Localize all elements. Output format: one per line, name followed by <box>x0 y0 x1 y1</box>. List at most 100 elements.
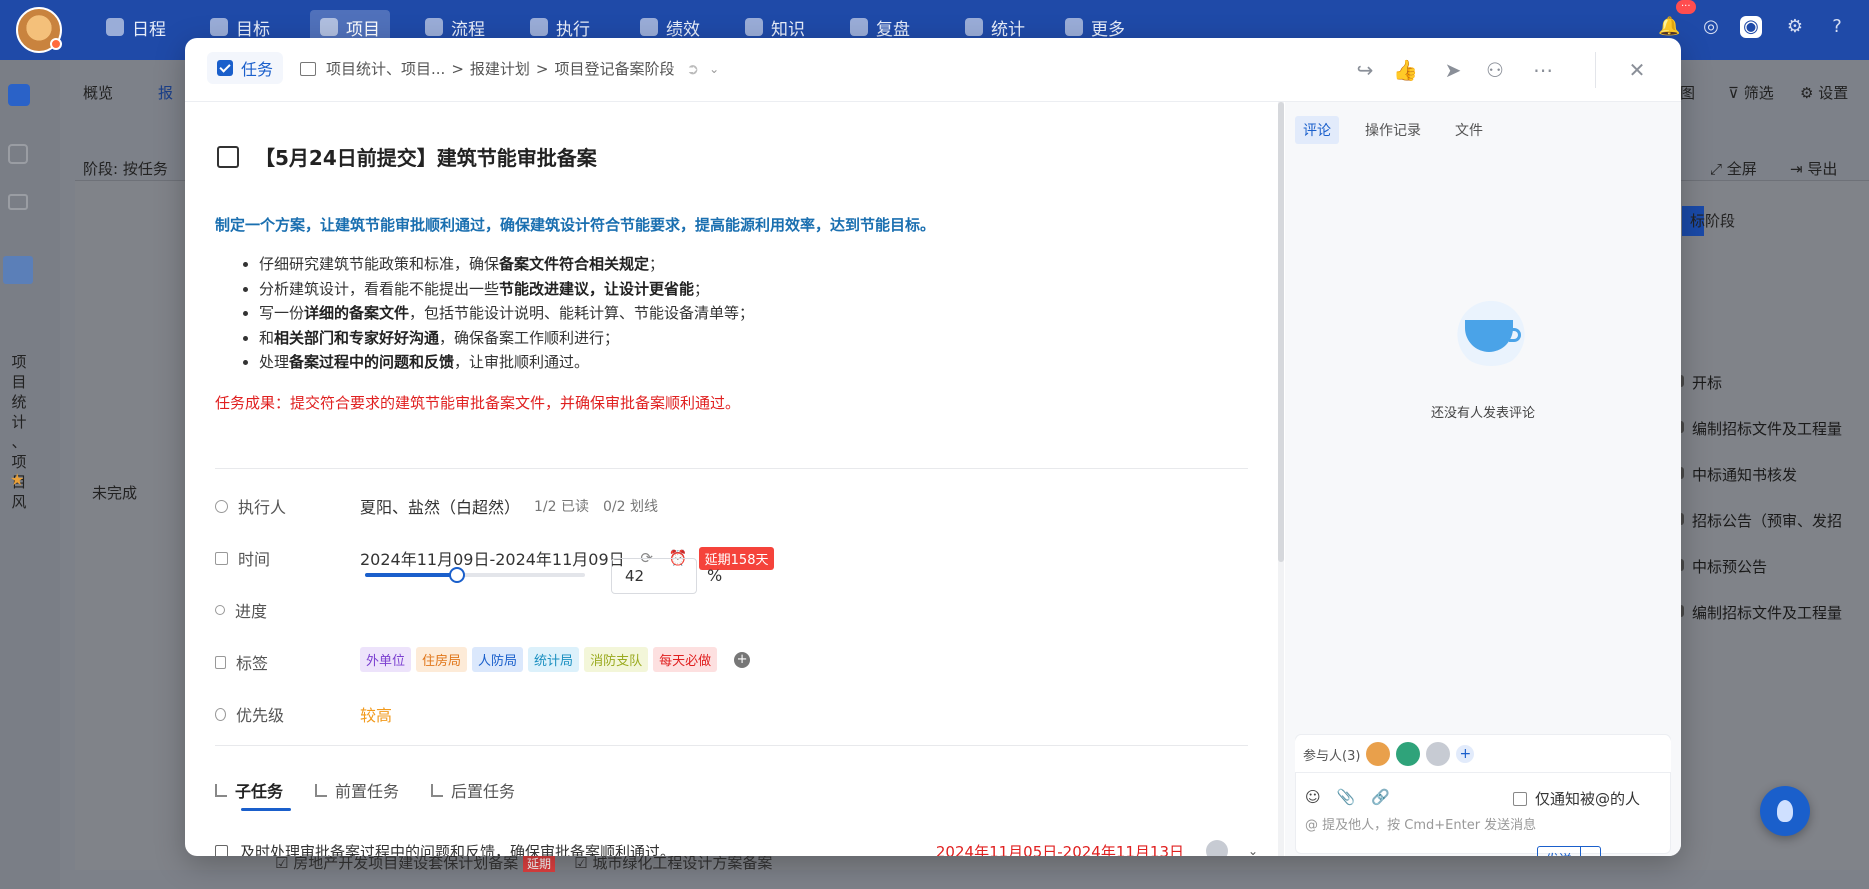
bg-status-incomplete: 未完成 <box>92 484 138 502</box>
bg-tab-report[interactable]: 报 <box>158 82 173 103</box>
scrollbar[interactable] <box>1278 102 1284 856</box>
close-icon[interactable]: ✕ <box>1625 58 1649 82</box>
bg-tab-overview[interactable]: 概览 <box>83 82 113 103</box>
nav-item-label: 项目 <box>346 19 380 40</box>
emoji-icon[interactable]: ☺ <box>1305 788 1321 806</box>
add-tag-icon[interactable]: + <box>734 651 751 668</box>
help-icon[interactable]: ? <box>1826 16 1848 38</box>
progress-slider[interactable] <box>365 567 585 583</box>
tag[interactable]: 统计局 <box>528 647 580 672</box>
chevron-down-icon[interactable]: ⌄ <box>709 62 719 76</box>
avatar[interactable] <box>1206 840 1228 856</box>
nav-item-schedule[interactable]: 日程 <box>96 10 176 44</box>
send-button[interactable]: 发送⌄ <box>1537 846 1602 856</box>
tag[interactable]: 消防支队 <box>584 647 649 672</box>
breadcrumb-item-project[interactable]: 项目统计、项目... <box>326 58 445 79</box>
read-count[interactable]: 1/2 已读 <box>534 496 589 516</box>
title-row: 【5月24日前提交】建筑节能审批备案 <box>217 142 597 171</box>
chevron-down-icon[interactable]: ⌄ <box>1580 847 1600 856</box>
tab-files[interactable]: 文件 <box>1447 116 1491 144</box>
divider <box>215 745 1248 746</box>
tag[interactable]: 人防局 <box>472 647 524 672</box>
statistics-icon <box>965 18 983 36</box>
comment-input[interactable]: @ 提及他人，按 Cmd+Enter 发送消息 <box>1305 814 1536 833</box>
nav-item-label: 统计 <box>991 19 1025 40</box>
tab-comments[interactable]: 评论 <box>1295 116 1339 144</box>
modal-header: 任务 项目统计、项目... > 报建计划 > 项目登记备案阶段 ➲ ⌄ ↪ 👍 … <box>185 38 1681 102</box>
project-thumbnail[interactable] <box>3 256 33 284</box>
nav-item-label: 流程 <box>451 19 485 40</box>
subtask-title[interactable]: 及时处理审批备案过程中的问题和反馈，确保审批备案顺利通过。 <box>240 841 924 857</box>
review-icon <box>850 18 868 36</box>
divider <box>215 468 1248 469</box>
bg-stage-item[interactable]: 编制招标文件及工程量 <box>1671 602 1842 623</box>
bg-settings[interactable]: ⚙ 设置 <box>1800 82 1848 103</box>
composer-tools: ☺ 📎 🔗 <box>1305 788 1390 806</box>
notify-checkbox[interactable] <box>1513 791 1527 806</box>
task-detail-modal: 任务 项目统计、项目... > 报建计划 > 项目登记备案阶段 ➲ ⌄ ↪ 👍 … <box>185 38 1681 856</box>
avatar[interactable] <box>1426 742 1451 766</box>
bg-filter[interactable]: ⊽ 筛选 <box>1728 82 1774 103</box>
bg-stage-item[interactable]: 中标通知书核发 <box>1671 464 1797 485</box>
star-icon[interactable]: ★ <box>10 470 24 489</box>
bg-stage-filter[interactable]: 阶段: 按任务 <box>83 158 168 179</box>
assignee-names[interactable]: 夏阳、盐然（白超然） <box>360 494 520 518</box>
thumbs-up-icon[interactable]: 👍 <box>1393 58 1418 82</box>
search-icon[interactable]: ◎ <box>1700 16 1722 38</box>
header-separator <box>1595 52 1596 88</box>
app-icon[interactable]: ◉ <box>1740 16 1762 38</box>
folder-icon[interactable] <box>8 194 28 210</box>
user-assign-icon[interactable]: ⚇ <box>1483 58 1507 82</box>
add-participant-button[interactable]: + <box>1456 745 1475 763</box>
bg-stage-item[interactable]: 编制招标文件及工程量 <box>1671 418 1842 439</box>
avatar[interactable] <box>1366 742 1391 766</box>
complete-checkbox[interactable] <box>217 145 239 168</box>
link-icon[interactable]: 🔗 <box>1371 788 1390 806</box>
subtask-date[interactable]: 2024年11月05日-2024年11月13日 <box>924 841 1184 857</box>
bg-stage-item[interactable]: 开标 <box>1671 372 1722 393</box>
send-icon[interactable]: ➤ <box>1441 58 1465 82</box>
bg-fullscreen[interactable]: ⤢ 全屏 <box>1710 158 1757 179</box>
task-type-tag[interactable]: 任务 <box>207 52 284 84</box>
chevron-down-icon[interactable]: ⌄ <box>1248 845 1260 856</box>
avatar[interactable] <box>1396 742 1421 766</box>
more-icon[interactable]: ⋯ <box>1531 58 1555 82</box>
notify-mentioned-only[interactable]: 仅通知被@的人 <box>1513 788 1640 809</box>
bell-icon[interactable]: 🔔 <box>1658 16 1680 38</box>
strike-count[interactable]: 0/2 划线 <box>603 496 658 516</box>
breadcrumb-item-stage[interactable]: 项目登记备案阶段 <box>554 58 674 79</box>
bg-stage-item[interactable]: 招标公告（预审、发招 <box>1671 510 1842 531</box>
grid-icon[interactable] <box>8 144 28 164</box>
subtask-row[interactable]: 及时处理审批备案过程中的问题和反馈，确保审批备案顺利通过。 2024年11月05日… <box>215 836 1260 856</box>
gear-icon[interactable]: ⚙ <box>1784 16 1806 38</box>
description-item: 和相关部门和专家好好沟通，确保备案工作顺利进行； <box>259 326 754 351</box>
tab-subtasks[interactable]: 子任务 <box>215 778 292 811</box>
slider-handle[interactable] <box>449 567 466 583</box>
tag[interactable]: 住房局 <box>416 647 468 672</box>
date-range[interactable]: 2024年11月09日-2024年11月09日 <box>360 546 625 570</box>
subtask-checkbox[interactable] <box>215 844 228 856</box>
status-dot <box>50 38 62 50</box>
bg-stage-header: 标阶段 <box>1690 212 1736 230</box>
share-icon[interactable]: ↪ <box>1353 58 1377 82</box>
bg-export[interactable]: ⇥ 导出 <box>1790 158 1837 179</box>
paperclip-icon[interactable]: 📎 <box>1337 788 1356 806</box>
comment-tabs: 评论 操作记录 文件 <box>1295 116 1491 144</box>
assignee-value[interactable]: 夏阳、盐然（白超然） 1/2 已读 0/2 划线 <box>360 494 658 518</box>
task-title[interactable]: 【5月24日前提交】建筑节能审批备案 <box>255 142 597 171</box>
arrow-circle-icon[interactable]: ➲ <box>687 60 700 78</box>
priority-value[interactable]: 较高 <box>360 702 392 726</box>
tab-activity-log[interactable]: 操作记录 <box>1357 116 1429 144</box>
floating-assistant-button[interactable] <box>1760 786 1810 836</box>
nav-item-label: 知识 <box>771 19 805 40</box>
breadcrumb-item-plan[interactable]: 报建计划 <box>470 58 530 79</box>
tag[interactable]: 外单位 <box>360 647 412 672</box>
progress-input[interactable]: 42 <box>611 558 697 594</box>
tab-predecessor[interactable]: 前置任务 <box>315 778 399 802</box>
breadcrumb: 项目统计、项目... > 报建计划 > 项目登记备案阶段 ➲ ⌄ <box>300 58 719 79</box>
bg-view-label[interactable]: 图 <box>1680 82 1695 103</box>
tab-successor[interactable]: 后置任务 <box>431 778 515 802</box>
bg-stage-item[interactable]: 中标预公告 <box>1671 556 1767 577</box>
tag[interactable]: 每天必做 <box>653 647 718 672</box>
notification-badge: ··· <box>1676 0 1696 14</box>
